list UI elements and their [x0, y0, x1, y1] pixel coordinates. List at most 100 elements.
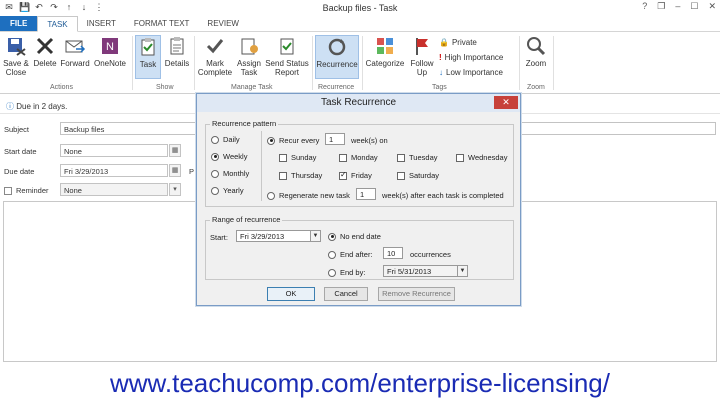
regenerate-option[interactable]: Regenerate new task [267, 191, 350, 200]
down-arrow-icon: ↓ [439, 68, 443, 77]
checkbox-monday[interactable] [339, 153, 347, 162]
day-friday[interactable]: Friday [339, 170, 372, 180]
due-date-calendar-icon[interactable]: ▦ [169, 164, 181, 177]
private-button[interactable]: 🔒 Private [439, 38, 477, 47]
end-after-option[interactable]: End after: [328, 250, 373, 259]
day-saturday[interactable]: Saturday [397, 171, 439, 180]
radio-recur-every[interactable] [267, 136, 275, 145]
watermark-url: www.teachucomp.com/enterprise-licensing/ [110, 368, 610, 398]
window-title: Backup files - Task [322, 3, 398, 13]
day-monday[interactable]: Monday [339, 153, 378, 162]
tab-format-text[interactable]: FORMAT TEXT [125, 16, 199, 31]
radio-monthly[interactable] [211, 169, 219, 178]
radio-end-after[interactable] [328, 250, 336, 259]
checkmark-icon [206, 39, 224, 54]
dialog-title: Task Recurrence [197, 94, 520, 112]
close-button[interactable]: ✕ [708, 1, 716, 12]
follow-up-button[interactable]: Follow Up [408, 35, 436, 77]
tab-review[interactable]: REVIEW [198, 16, 248, 31]
radio-no-end-date[interactable] [328, 232, 336, 241]
checkbox-saturday[interactable] [397, 171, 405, 180]
group-label-tags: Tags [432, 84, 447, 91]
status-report-icon [280, 38, 294, 55]
remove-recurrence-button[interactable]: Remove Recurrence [378, 287, 455, 301]
day-sunday[interactable]: Sunday [279, 153, 316, 162]
range-start-date[interactable]: Fri 3/29/2013 [236, 230, 311, 242]
group-label-zoom: Zoom [527, 84, 545, 91]
radio-yearly[interactable] [211, 186, 219, 195]
range-start-dropdown[interactable]: ▼ [310, 230, 321, 242]
high-importance-button[interactable]: ! High Importance [439, 53, 503, 62]
group-separator [194, 36, 195, 90]
frequency-yearly[interactable]: Yearly [211, 186, 244, 195]
details-button[interactable]: Details [163, 35, 191, 68]
minimize-button[interactable]: – [675, 1, 680, 12]
frequency-daily[interactable]: Daily [211, 135, 240, 144]
due-date-input[interactable]: Fri 3/29/2013 [60, 164, 168, 177]
day-wednesday[interactable]: Wednesday [456, 153, 507, 162]
exclamation-icon: ! [439, 53, 442, 62]
send-status-report-button[interactable]: Send Status Report [264, 35, 310, 77]
tab-task[interactable]: TASK [37, 16, 78, 32]
range-of-recurrence-group: Range of recurrence Start: Fri 3/29/2013… [205, 215, 514, 280]
recur-every-option[interactable]: Recur every [267, 136, 319, 145]
ok-button[interactable]: OK [267, 287, 315, 301]
cancel-button[interactable]: Cancel [324, 287, 368, 301]
radio-weekly[interactable] [211, 152, 219, 161]
help-button[interactable]: ? [642, 1, 647, 12]
end-by-dropdown[interactable]: ▼ [457, 265, 468, 277]
radio-regenerate[interactable] [267, 191, 275, 200]
onenote-button[interactable]: N OneNote [92, 35, 128, 68]
tab-file[interactable]: FILE [0, 16, 38, 31]
checkbox-tuesday[interactable] [397, 153, 405, 162]
radio-end-by[interactable] [328, 268, 336, 277]
checkbox-friday[interactable] [339, 170, 347, 180]
frequency-weekly[interactable]: Weekly [211, 152, 247, 161]
assign-task-button[interactable]: Assign Task [235, 35, 263, 77]
due-date-label: Due date [4, 167, 35, 176]
mark-complete-button[interactable]: Mark Complete [197, 35, 233, 77]
start-date-calendar-icon[interactable]: ▦ [169, 144, 181, 157]
reminder-dropdown[interactable]: ▾ [169, 183, 181, 196]
day-tuesday[interactable]: Tuesday [397, 153, 438, 162]
group-separator [312, 36, 313, 90]
task-recurrence-dialog: Task Recurrence ✕ Recurrence pattern Dai… [196, 93, 521, 306]
categorize-button[interactable]: Categorize [364, 35, 406, 68]
reminder-checkbox[interactable]: Reminder [4, 186, 49, 195]
recurrence-button[interactable]: Recurrence [315, 35, 359, 79]
dialog-close-button[interactable]: ✕ [494, 96, 518, 109]
end-by-option[interactable]: End by: [328, 268, 365, 277]
recurrence-pattern-legend: Recurrence pattern [210, 119, 279, 128]
end-after-input[interactable]: 10 [383, 247, 403, 259]
reminder-checkbox-box[interactable] [4, 186, 12, 195]
forward-button[interactable]: Forward [59, 35, 91, 68]
group-separator [132, 36, 133, 90]
assign-task-icon [241, 38, 258, 55]
regenerate-weeks-input[interactable]: 1 [356, 188, 376, 200]
end-by-date[interactable]: Fri 5/31/2013 [383, 265, 458, 277]
reminder-date-input[interactable]: None [60, 183, 168, 196]
radio-daily[interactable] [211, 135, 219, 144]
forward-icon [65, 40, 86, 53]
group-label-actions: Actions [50, 84, 73, 91]
task-view-button[interactable]: Task [135, 35, 161, 79]
ribbon: Save & Close Delete Forward N OneNote Ac… [0, 32, 720, 94]
save-close-button[interactable]: Save & Close [2, 35, 30, 77]
no-end-date-option[interactable]: No end date [328, 232, 381, 241]
tab-insert[interactable]: INSERT [78, 16, 125, 31]
day-thursday[interactable]: Thursday [279, 171, 322, 180]
checkbox-wednesday[interactable] [456, 153, 464, 162]
ribbon-display-button[interactable]: ❐ [657, 1, 665, 12]
frequency-monthly[interactable]: Monthly [211, 169, 249, 178]
start-date-input[interactable]: None [60, 144, 168, 157]
recur-every-input[interactable]: 1 [325, 133, 345, 145]
maximize-button[interactable]: ☐ [690, 1, 698, 12]
checkbox-thursday[interactable] [279, 171, 287, 180]
zoom-button[interactable]: Zoom [522, 35, 550, 68]
categorize-icon [377, 38, 393, 54]
onenote-icon: N [102, 38, 118, 54]
range-of-recurrence-legend: Range of recurrence [210, 215, 283, 224]
checkbox-sunday[interactable] [279, 153, 287, 162]
low-importance-button[interactable]: ↓ Low Importance [439, 68, 503, 77]
delete-button[interactable]: Delete [32, 35, 58, 68]
